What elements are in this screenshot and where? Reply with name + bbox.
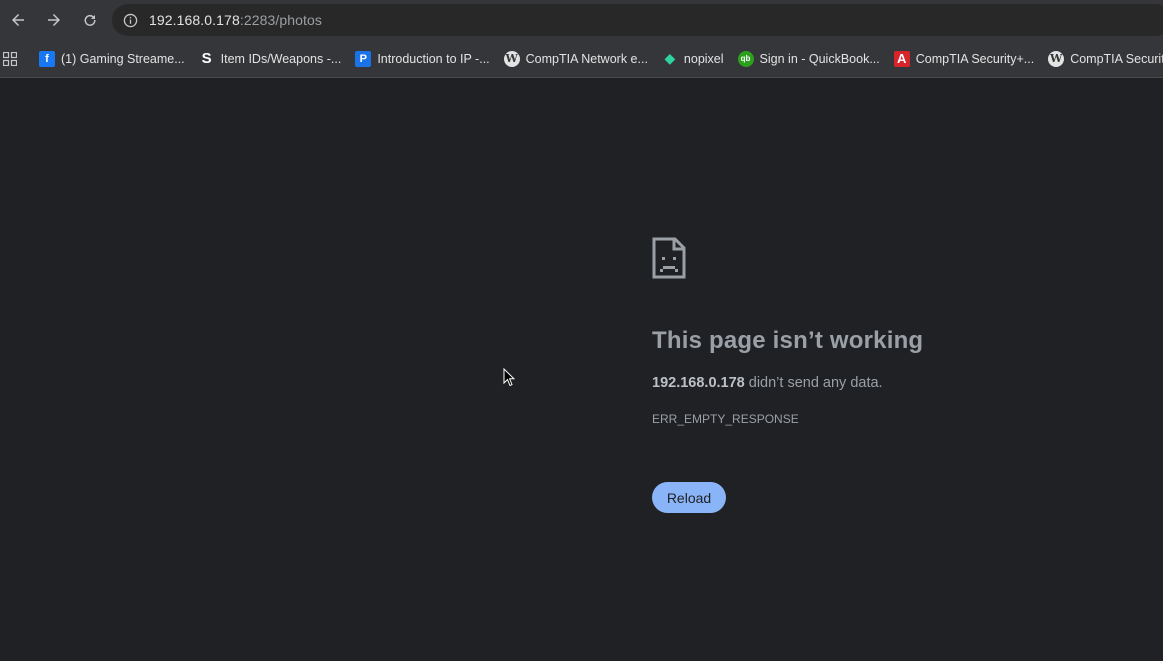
reload-button[interactable] <box>72 2 108 38</box>
apps-button[interactable] <box>3 46 17 72</box>
s-logo-icon: S <box>201 50 212 67</box>
error-title: This page isn’t working <box>652 327 924 354</box>
bookmark-intro-ip[interactable]: P Introduction to IP -... <box>351 45 499 73</box>
wordpress-icon: W <box>1048 50 1065 67</box>
error-host: 192.168.0.178 <box>652 375 745 391</box>
forward-button[interactable] <box>36 2 72 38</box>
error-description: 192.168.0.178 didn’t send any data. <box>652 375 883 391</box>
bookmark-label: CompTIA Security+... <box>915 51 1035 66</box>
forward-arrow-icon <box>48 14 60 26</box>
bookmark-label: Introduction to IP -... <box>377 51 490 66</box>
bookmarks-bar: f (1) Gaming Streame... S Item IDs/Weapo… <box>0 40 1163 78</box>
reload-page-button[interactable]: Reload <box>652 482 726 513</box>
nopixel-icon: ◆ <box>664 50 676 66</box>
bookmark-comptia-security-wp[interactable]: W CompTIA Security <box>1044 45 1163 73</box>
bookmark-label: (1) Gaming Streame... <box>61 51 185 66</box>
site-info-button[interactable] <box>114 4 146 36</box>
url-path: :2283/photos <box>239 12 323 28</box>
bookmark-label: Sign in - QuickBook... <box>759 51 880 66</box>
bookmark-nopixel[interactable]: ◆ nopixel <box>658 45 734 73</box>
error-message: didn’t send any data. <box>744 375 883 391</box>
bookmark-comptia-network[interactable]: W CompTIA Network e... <box>500 45 658 73</box>
bookmark-comptia-security-a[interactable]: A CompTIA Security+... <box>890 45 1044 73</box>
p-logo-icon: P <box>355 50 372 67</box>
back-arrow-icon <box>12 14 24 26</box>
bookmark-quickbooks[interactable]: qb Sign in - QuickBook... <box>734 45 890 73</box>
info-icon <box>123 13 137 27</box>
bookmark-label: CompTIA Network e... <box>525 51 648 66</box>
bookmark-gaming-streamer[interactable]: f (1) Gaming Streame... <box>35 45 195 73</box>
bookmark-label: nopixel <box>683 51 724 66</box>
back-button[interactable] <box>0 2 36 38</box>
page-content: This page isn’t working 192.168.0.178 di… <box>0 78 1163 661</box>
reload-icon <box>84 14 96 26</box>
error-code: ERR_EMPTY_RESPONSE <box>652 412 799 426</box>
wordpress-icon: W <box>503 50 520 67</box>
quickbooks-icon: qb <box>737 50 754 67</box>
mouse-cursor-icon <box>503 367 516 392</box>
a-logo-icon: A <box>893 50 910 67</box>
url-text: 192.168.0.178:2283/photos <box>149 12 322 28</box>
browser-toolbar: 192.168.0.178:2283/photos <box>0 0 1163 40</box>
bookmark-label: CompTIA Security <box>1070 51 1163 66</box>
sad-page-icon <box>652 237 686 284</box>
address-bar[interactable]: 192.168.0.178:2283/photos <box>112 4 1163 36</box>
apps-grid-icon <box>3 51 17 66</box>
bookmark-label: Item IDs/Weapons -... <box>220 51 342 66</box>
bookmark-item-ids[interactable]: S Item IDs/Weapons -... <box>195 45 352 73</box>
url-host: 192.168.0.178 <box>149 12 240 28</box>
facebook-icon: f <box>39 50 55 67</box>
